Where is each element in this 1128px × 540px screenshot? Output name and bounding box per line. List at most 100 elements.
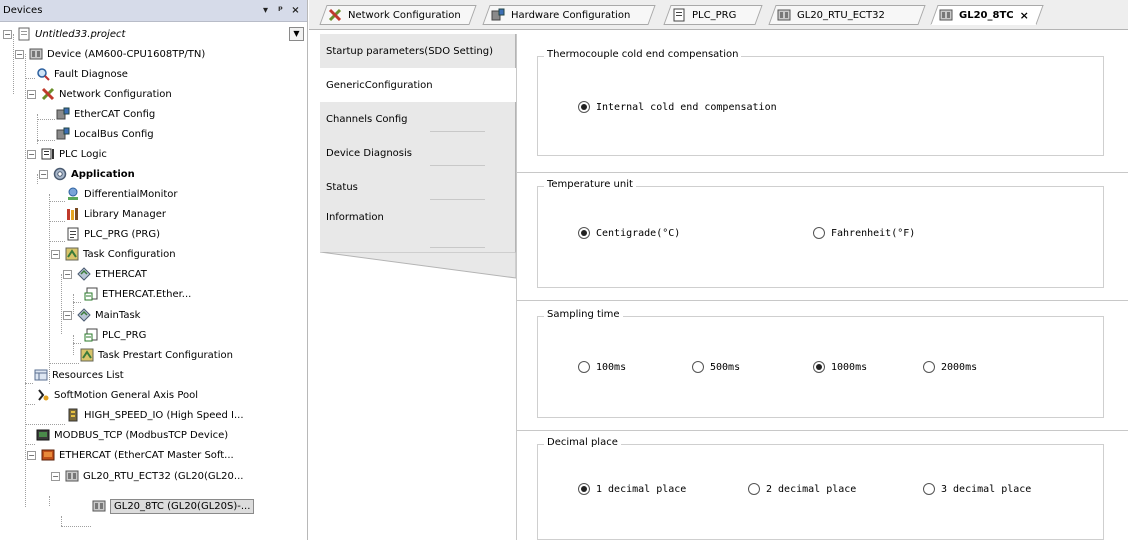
- side-tab-label: Startup parameters(SDO Setting): [326, 45, 494, 57]
- tab-gl20-rtu-ect32[interactable]: GL20_RTU_ECT32: [768, 5, 926, 25]
- tree-item-label: Device (AM600-CPU1608TP/TN): [47, 48, 206, 60]
- radio-unchecked-icon: [692, 361, 704, 373]
- module-icon: [776, 8, 791, 22]
- collapse-toggle-icon[interactable]: −: [39, 169, 48, 179]
- side-tab-channels-config[interactable]: Channels Config: [320, 102, 516, 136]
- radio-3-decimal-place[interactable]: 3 decimal place: [923, 483, 1031, 495]
- radio-fahrenheit[interactable]: Fahrenheit(°F): [813, 227, 915, 239]
- tree-item-ethercat-call[interactable]: ETHERCAT.Ether...: [83, 284, 191, 304]
- tree-item-differential-monitor[interactable]: DifferentialMonitor: [65, 184, 178, 204]
- side-tab-label: Channels Config: [326, 113, 408, 125]
- side-tab-information[interactable]: Information: [320, 204, 516, 252]
- tree-item-ethercat-master[interactable]: − ETHERCAT (EtherCAT Master Soft...: [27, 445, 234, 465]
- tree-item-label: ETHERCAT: [95, 268, 147, 280]
- collapse-toggle-icon[interactable]: −: [3, 29, 12, 39]
- radio-label: 500ms: [710, 361, 741, 373]
- panel-dropdown-icon[interactable]: ▾: [258, 5, 273, 16]
- side-tab-label: Device Diagnosis: [326, 147, 412, 159]
- radio-unchecked-icon: [813, 227, 825, 239]
- collapse-toggle-icon[interactable]: −: [51, 471, 60, 481]
- collapse-toggle-icon[interactable]: −: [51, 249, 60, 259]
- module-icon: [91, 499, 106, 513]
- collapse-toggle-icon[interactable]: −: [27, 89, 36, 99]
- close-icon[interactable]: ×: [1020, 9, 1029, 22]
- tree-dropdown-button[interactable]: ▼: [289, 27, 304, 41]
- group-temperature-unit: Temperature unit Centigrade(°C) Fahrenhe…: [537, 179, 1104, 288]
- tree-item-gl20-rtu-ect32[interactable]: − GL20_RTU_ECT32 (GL20(GL20...: [51, 466, 243, 486]
- collapse-toggle-icon[interactable]: −: [63, 310, 72, 320]
- tree-item-application[interactable]: − Application: [39, 164, 135, 184]
- collapse-toggle-icon[interactable]: −: [27, 149, 36, 159]
- tree-item-device[interactable]: − Device (AM600-CPU1608TP/TN): [15, 44, 205, 64]
- tree-item-label: PLC_PRG: [102, 329, 147, 341]
- task-call-icon: [83, 287, 98, 301]
- tab-gl20-8tc[interactable]: GL20_8TC ×: [930, 5, 1044, 25]
- radio-label: Internal cold end compensation: [596, 101, 777, 113]
- ethercat-config-icon: [55, 107, 70, 121]
- tree-item-resources-list[interactable]: Resources List: [33, 365, 124, 385]
- radio-label: 3 decimal place: [941, 483, 1032, 495]
- radio-100ms[interactable]: 100ms: [578, 361, 626, 373]
- radio-internal-cold-end[interactable]: Internal cold end compensation: [578, 101, 777, 113]
- tree-item-plc-prg-call[interactable]: PLC_PRG: [83, 325, 146, 345]
- task-config-icon: [79, 348, 94, 362]
- tab-label: GL20_RTU_ECT32: [797, 9, 885, 21]
- tree-item-network-configuration[interactable]: − Network Configuration: [27, 84, 172, 104]
- library-icon: [65, 207, 80, 221]
- side-tab-device-diagnosis[interactable]: Device Diagnosis: [320, 136, 516, 170]
- tree-item-label: Untitled33.project: [35, 28, 126, 40]
- collapse-toggle-icon[interactable]: −: [15, 49, 24, 59]
- collapse-toggle-icon[interactable]: −: [63, 269, 72, 279]
- side-tab-label: GenericConfiguration: [326, 79, 433, 91]
- radio-1-decimal-place[interactable]: 1 decimal place: [578, 483, 686, 495]
- tab-network-configuration[interactable]: Network Configuration: [319, 5, 477, 25]
- tab-hardware-configuration[interactable]: Hardware Configuration: [482, 5, 656, 25]
- side-tab-generic-configuration[interactable]: GenericConfiguration: [320, 68, 516, 102]
- tree-item-modbus-tcp[interactable]: MODBUS_TCP (ModbusTCP Device): [35, 425, 228, 445]
- divider: [517, 300, 1128, 301]
- pin-icon[interactable]: ᵖ: [273, 5, 288, 16]
- tree-item-high-speed-io[interactable]: HIGH_SPEED_IO (High Speed I...: [65, 405, 244, 425]
- tree-item-label: HIGH_SPEED_IO (High Speed I...: [84, 409, 244, 421]
- tree-item-label: ETHERCAT.Ether...: [102, 288, 192, 300]
- module-icon: [64, 469, 79, 483]
- program-icon: [671, 8, 686, 22]
- close-icon[interactable]: ×: [288, 5, 303, 16]
- tree-item-gl20-8tc[interactable]: GL20_8TC (GL20(GL20S)-...: [91, 496, 255, 516]
- side-tab-status[interactable]: Status: [320, 170, 516, 204]
- modbus-device-icon: [35, 428, 50, 442]
- tree-item-plc-prg[interactable]: PLC_PRG (PRG): [65, 224, 160, 244]
- divider: [517, 172, 1128, 173]
- tree-item-label: GL20_8TC (GL20(GL20S)-...: [110, 498, 255, 514]
- tree-item-task-prestart[interactable]: Task Prestart Configuration: [79, 345, 233, 365]
- radio-500ms[interactable]: 500ms: [692, 361, 740, 373]
- radio-2000ms[interactable]: 2000ms: [923, 361, 977, 373]
- tree-item-localbus-config[interactable]: LocalBus Config: [55, 124, 154, 144]
- radio-checked-icon: [578, 101, 590, 113]
- tree-item-main-task[interactable]: − MainTask: [63, 305, 140, 325]
- tree-item-axis-pool[interactable]: SoftMotion General Axis Pool: [35, 385, 198, 405]
- tree-item-fault-diagnose[interactable]: Fault Diagnose: [35, 64, 128, 84]
- tree-item-library-manager[interactable]: Library Manager: [65, 204, 166, 224]
- tab-plc-prg[interactable]: PLC_PRG: [663, 5, 763, 25]
- side-tab-startup-parameters[interactable]: Startup parameters(SDO Setting): [320, 34, 516, 68]
- radio-2-decimal-place[interactable]: 2 decimal place: [748, 483, 856, 495]
- tree-item-label: PLC Logic: [59, 148, 107, 160]
- tree-item-task-configuration[interactable]: − Task Configuration: [51, 244, 176, 264]
- tree-item-ethercat-config[interactable]: EtherCAT Config: [55, 104, 155, 124]
- radio-label: Centigrade(°C): [596, 227, 681, 239]
- tree-item-plc-logic[interactable]: − PLC Logic: [27, 144, 107, 164]
- tree-item-ethercat-task[interactable]: − ETHERCAT: [63, 264, 147, 284]
- tree-item-project[interactable]: − Untitled33.project: [3, 24, 125, 44]
- config-side-tabs: Startup parameters(SDO Setting) GenericC…: [320, 34, 516, 540]
- network-config-icon: [327, 8, 342, 22]
- tree-item-label: Application: [71, 168, 135, 180]
- collapse-toggle-icon[interactable]: −: [27, 450, 36, 460]
- magnifier-icon: [35, 67, 50, 81]
- program-icon: [65, 227, 80, 241]
- group-title: Thermocouple cold end compensation: [544, 49, 742, 60]
- radio-centigrade[interactable]: Centigrade(°C): [578, 227, 680, 239]
- tree-item-label: MODBUS_TCP (ModbusTCP Device): [54, 429, 229, 441]
- editor-tab-bar: Network Configuration Hardware Configura…: [309, 0, 1128, 30]
- radio-1000ms[interactable]: 1000ms: [813, 361, 867, 373]
